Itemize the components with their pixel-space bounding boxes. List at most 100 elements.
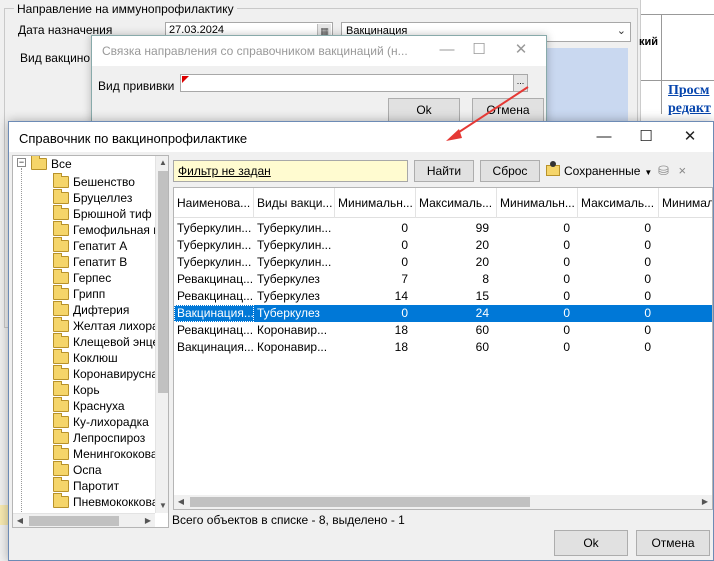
group-title: Направление на иммунопрофилактику bbox=[14, 2, 237, 16]
scroll-right-icon[interactable]: ▶ bbox=[698, 495, 712, 509]
tree-item[interactable]: Оспа bbox=[53, 461, 102, 478]
collapse-icon[interactable]: − bbox=[17, 158, 26, 167]
scroll-thumb[interactable] bbox=[29, 516, 119, 526]
table-row[interactable]: Ревакцинац... Коронавир... 18 60 0 0 bbox=[174, 322, 712, 339]
scroll-left-icon[interactable]: ◀ bbox=[13, 514, 27, 527]
table-row[interactable]: Туберкулин... Туберкулин... 0 99 0 0 bbox=[174, 220, 712, 237]
close-icon[interactable]: ✕ bbox=[506, 41, 536, 59]
ok-button[interactable]: Ok bbox=[554, 530, 628, 556]
tree-items: − Все Бешенство Бруцеллез Брюшной тиф Гемоф… bbox=[13, 156, 155, 513]
column-header[interactable]: Минимальн... bbox=[335, 188, 416, 218]
dialog-titlebar[interactable]: Справочник по вакцинопрофилактике — ☐ ✕ bbox=[9, 122, 713, 152]
ok-button[interactable]: Ok bbox=[388, 98, 460, 122]
table-cell: 99 bbox=[475, 221, 489, 235]
column-header[interactable]: Минималь bbox=[659, 188, 712, 218]
table-cell: 20 bbox=[475, 255, 489, 269]
tree-item[interactable]: Гепатит В bbox=[53, 253, 128, 270]
find-button[interactable]: Найти bbox=[414, 160, 474, 182]
folder-icon bbox=[53, 301, 69, 316]
tree-item[interactable]: Менингококовая bbox=[53, 445, 155, 462]
tree-item-label: Лепроспироз bbox=[73, 431, 146, 445]
browse-button[interactable]: ... bbox=[513, 75, 527, 91]
filter-field[interactable]: Фильтр не задан bbox=[173, 160, 408, 182]
column-header[interactable]: Наименова... bbox=[174, 188, 254, 218]
table-cell: 20 bbox=[475, 238, 489, 252]
tree-horizontal-scrollbar[interactable]: ◀ ▶ bbox=[13, 513, 155, 527]
scroll-thumb[interactable] bbox=[158, 171, 168, 393]
tree-item-label: Гепатит А bbox=[73, 239, 128, 253]
cancel-button[interactable]: Отмена bbox=[472, 98, 544, 122]
tree-item[interactable]: Пневмококковая bbox=[53, 493, 155, 510]
view-link[interactable]: Просм bbox=[668, 83, 709, 99]
clear-filter-icon[interactable]: × bbox=[679, 163, 687, 178]
tree-item[interactable]: Клещевой энце bbox=[53, 333, 155, 350]
tree-item-label: Менингококовая bbox=[73, 447, 155, 461]
table-border bbox=[661, 14, 662, 114]
table-cell: 24 bbox=[475, 306, 489, 320]
minimize-icon[interactable]: — bbox=[589, 128, 619, 146]
saved-filters-dropdown[interactable]: Сохраненные ▼ bbox=[546, 161, 652, 181]
column-header[interactable]: Максималь... bbox=[416, 188, 497, 218]
tree-item-label: Гемофильная ин bbox=[73, 223, 155, 237]
maximize-icon[interactable]: ☐ bbox=[464, 41, 494, 59]
column-header[interactable]: Минимальн... bbox=[497, 188, 578, 218]
tree-item-label: Краснуха bbox=[73, 399, 125, 413]
tree-item-label: Бешенство bbox=[73, 175, 135, 189]
column-header[interactable]: Виды вакци... bbox=[254, 188, 335, 218]
table-cell: Ревакцинац... bbox=[177, 272, 254, 286]
tree-item[interactable]: Желтая лихорад bbox=[53, 317, 155, 334]
dialog-titlebar[interactable]: Связка направления со справочником вакци… bbox=[92, 36, 546, 66]
column-header[interactable]: Максималь... bbox=[578, 188, 659, 218]
tree-item[interactable]: Гемофильная ин bbox=[53, 221, 155, 238]
scroll-up-icon[interactable]: ▲ bbox=[156, 156, 168, 170]
tree-item[interactable]: Паротит bbox=[53, 477, 119, 494]
cancel-button[interactable]: Отмена bbox=[636, 530, 710, 556]
scroll-right-icon[interactable]: ▶ bbox=[141, 514, 155, 527]
folder-icon bbox=[53, 221, 69, 236]
tree-item[interactable]: Грипп bbox=[53, 285, 105, 302]
folder-icon bbox=[53, 237, 69, 252]
folder-icon bbox=[53, 493, 69, 508]
tree-item[interactable]: Герпес bbox=[53, 269, 111, 286]
table-cell: 0 bbox=[563, 221, 570, 235]
scroll-thumb[interactable] bbox=[190, 497, 530, 507]
folder-icon bbox=[53, 413, 69, 428]
tree-item-root[interactable]: Все bbox=[31, 156, 72, 172]
tree-item[interactable]: Брюшной тиф bbox=[53, 205, 152, 222]
tree-item[interactable]: Коклюш bbox=[53, 349, 118, 366]
table-row[interactable]: Вакцинация... Туберкулез 0 24 0 0 bbox=[174, 305, 712, 322]
tree-item[interactable]: Гепатит А bbox=[53, 237, 128, 254]
table-cell: 0 bbox=[644, 238, 651, 252]
save-filter-icon[interactable]: ⛁ bbox=[658, 163, 669, 178]
reset-button[interactable]: Сброс bbox=[480, 160, 540, 182]
table-row[interactable]: Ревакцинац... Туберкулез 14 15 0 0 bbox=[174, 288, 712, 305]
vaccination-kind-field[interactable]: ... bbox=[180, 74, 528, 92]
tree-item[interactable]: Коронавирусная bbox=[53, 365, 155, 382]
tree-item[interactable]: Дифтерия bbox=[53, 301, 129, 318]
tree-item-label: Гепатит В bbox=[73, 255, 128, 269]
table-cell: Коронавир... bbox=[257, 323, 328, 337]
tree-item[interactable]: Лепроспироз bbox=[53, 429, 146, 446]
folder-icon bbox=[53, 317, 69, 332]
table-row[interactable]: Туберкулин... Туберкулин... 0 20 0 0 bbox=[174, 254, 712, 271]
minimize-icon[interactable]: — bbox=[432, 41, 462, 59]
table-cell: Вакцинация... bbox=[174, 305, 254, 322]
folder-icon bbox=[53, 381, 69, 396]
tree-item[interactable]: Бруцеллез bbox=[53, 189, 132, 206]
scroll-left-icon[interactable]: ◀ bbox=[174, 495, 188, 509]
tree-item[interactable]: Корь bbox=[53, 381, 100, 398]
close-icon[interactable]: ✕ bbox=[675, 128, 705, 146]
tree-item[interactable]: Краснуха bbox=[53, 397, 125, 414]
table-cell: Туберкулин... bbox=[257, 238, 332, 252]
tree-vertical-scrollbar[interactable]: ▲ ▼ bbox=[155, 156, 168, 513]
tree-item[interactable]: Ку-лихорадка bbox=[53, 413, 149, 430]
tree-connector bbox=[21, 168, 22, 513]
table-row[interactable]: Вакцинация... Коронавир... 18 60 0 0 bbox=[174, 339, 712, 356]
grid-horizontal-scrollbar[interactable]: ◀ ▶ bbox=[174, 495, 712, 509]
tree-item[interactable]: Бешенство bbox=[53, 173, 135, 190]
table-row[interactable]: Туберкулин... Туберкулин... 0 20 0 0 bbox=[174, 237, 712, 254]
scroll-down-icon[interactable]: ▼ bbox=[156, 499, 168, 513]
edit-link[interactable]: редакт bbox=[668, 101, 711, 117]
maximize-icon[interactable]: ☐ bbox=[631, 128, 661, 146]
table-row[interactable]: Ревакцинац... Туберкулез 7 8 0 0 bbox=[174, 271, 712, 288]
